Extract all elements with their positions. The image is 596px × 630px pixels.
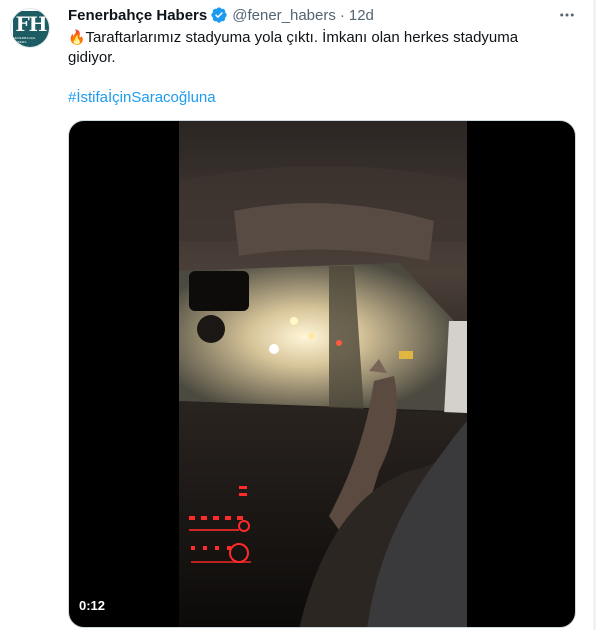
avatar[interactable]: FH FENERBAHÇE HABERS (10, 8, 50, 48)
fire-emoji-icon: 🔥 (68, 29, 86, 45)
avatar-letters: FH (15, 12, 47, 36)
author-handle[interactable]: @fener_habers (232, 7, 336, 24)
video-frame (179, 121, 467, 627)
timestamp[interactable]: 12d (349, 7, 374, 24)
video-player[interactable]: 0:12 (68, 120, 576, 628)
avatar-logo: FH FENERBAHÇE HABERS (13, 11, 49, 47)
tweet-text: 🔥Taraftarlarımız stadyuma yola çıktı. İm… (68, 27, 548, 68)
separator-dot: · (339, 6, 345, 24)
tweet-header: Fenerbahçe Habers @fener_habers · 12d (68, 5, 374, 25)
author-name[interactable]: Fenerbahçe Habers (68, 7, 207, 24)
hashtag-link[interactable]: #İstifaİçinSaracoğluna (68, 88, 216, 108)
verified-badge-icon[interactable] (210, 6, 228, 24)
video-duration: 0:12 (79, 598, 106, 613)
tweet-body: Taraftarlarımız stadyuma yola çıktı. İmk… (68, 29, 519, 66)
avatar-subtext: FENERBAHÇE HABERS (13, 36, 36, 44)
more-dots-icon[interactable] (556, 4, 578, 26)
